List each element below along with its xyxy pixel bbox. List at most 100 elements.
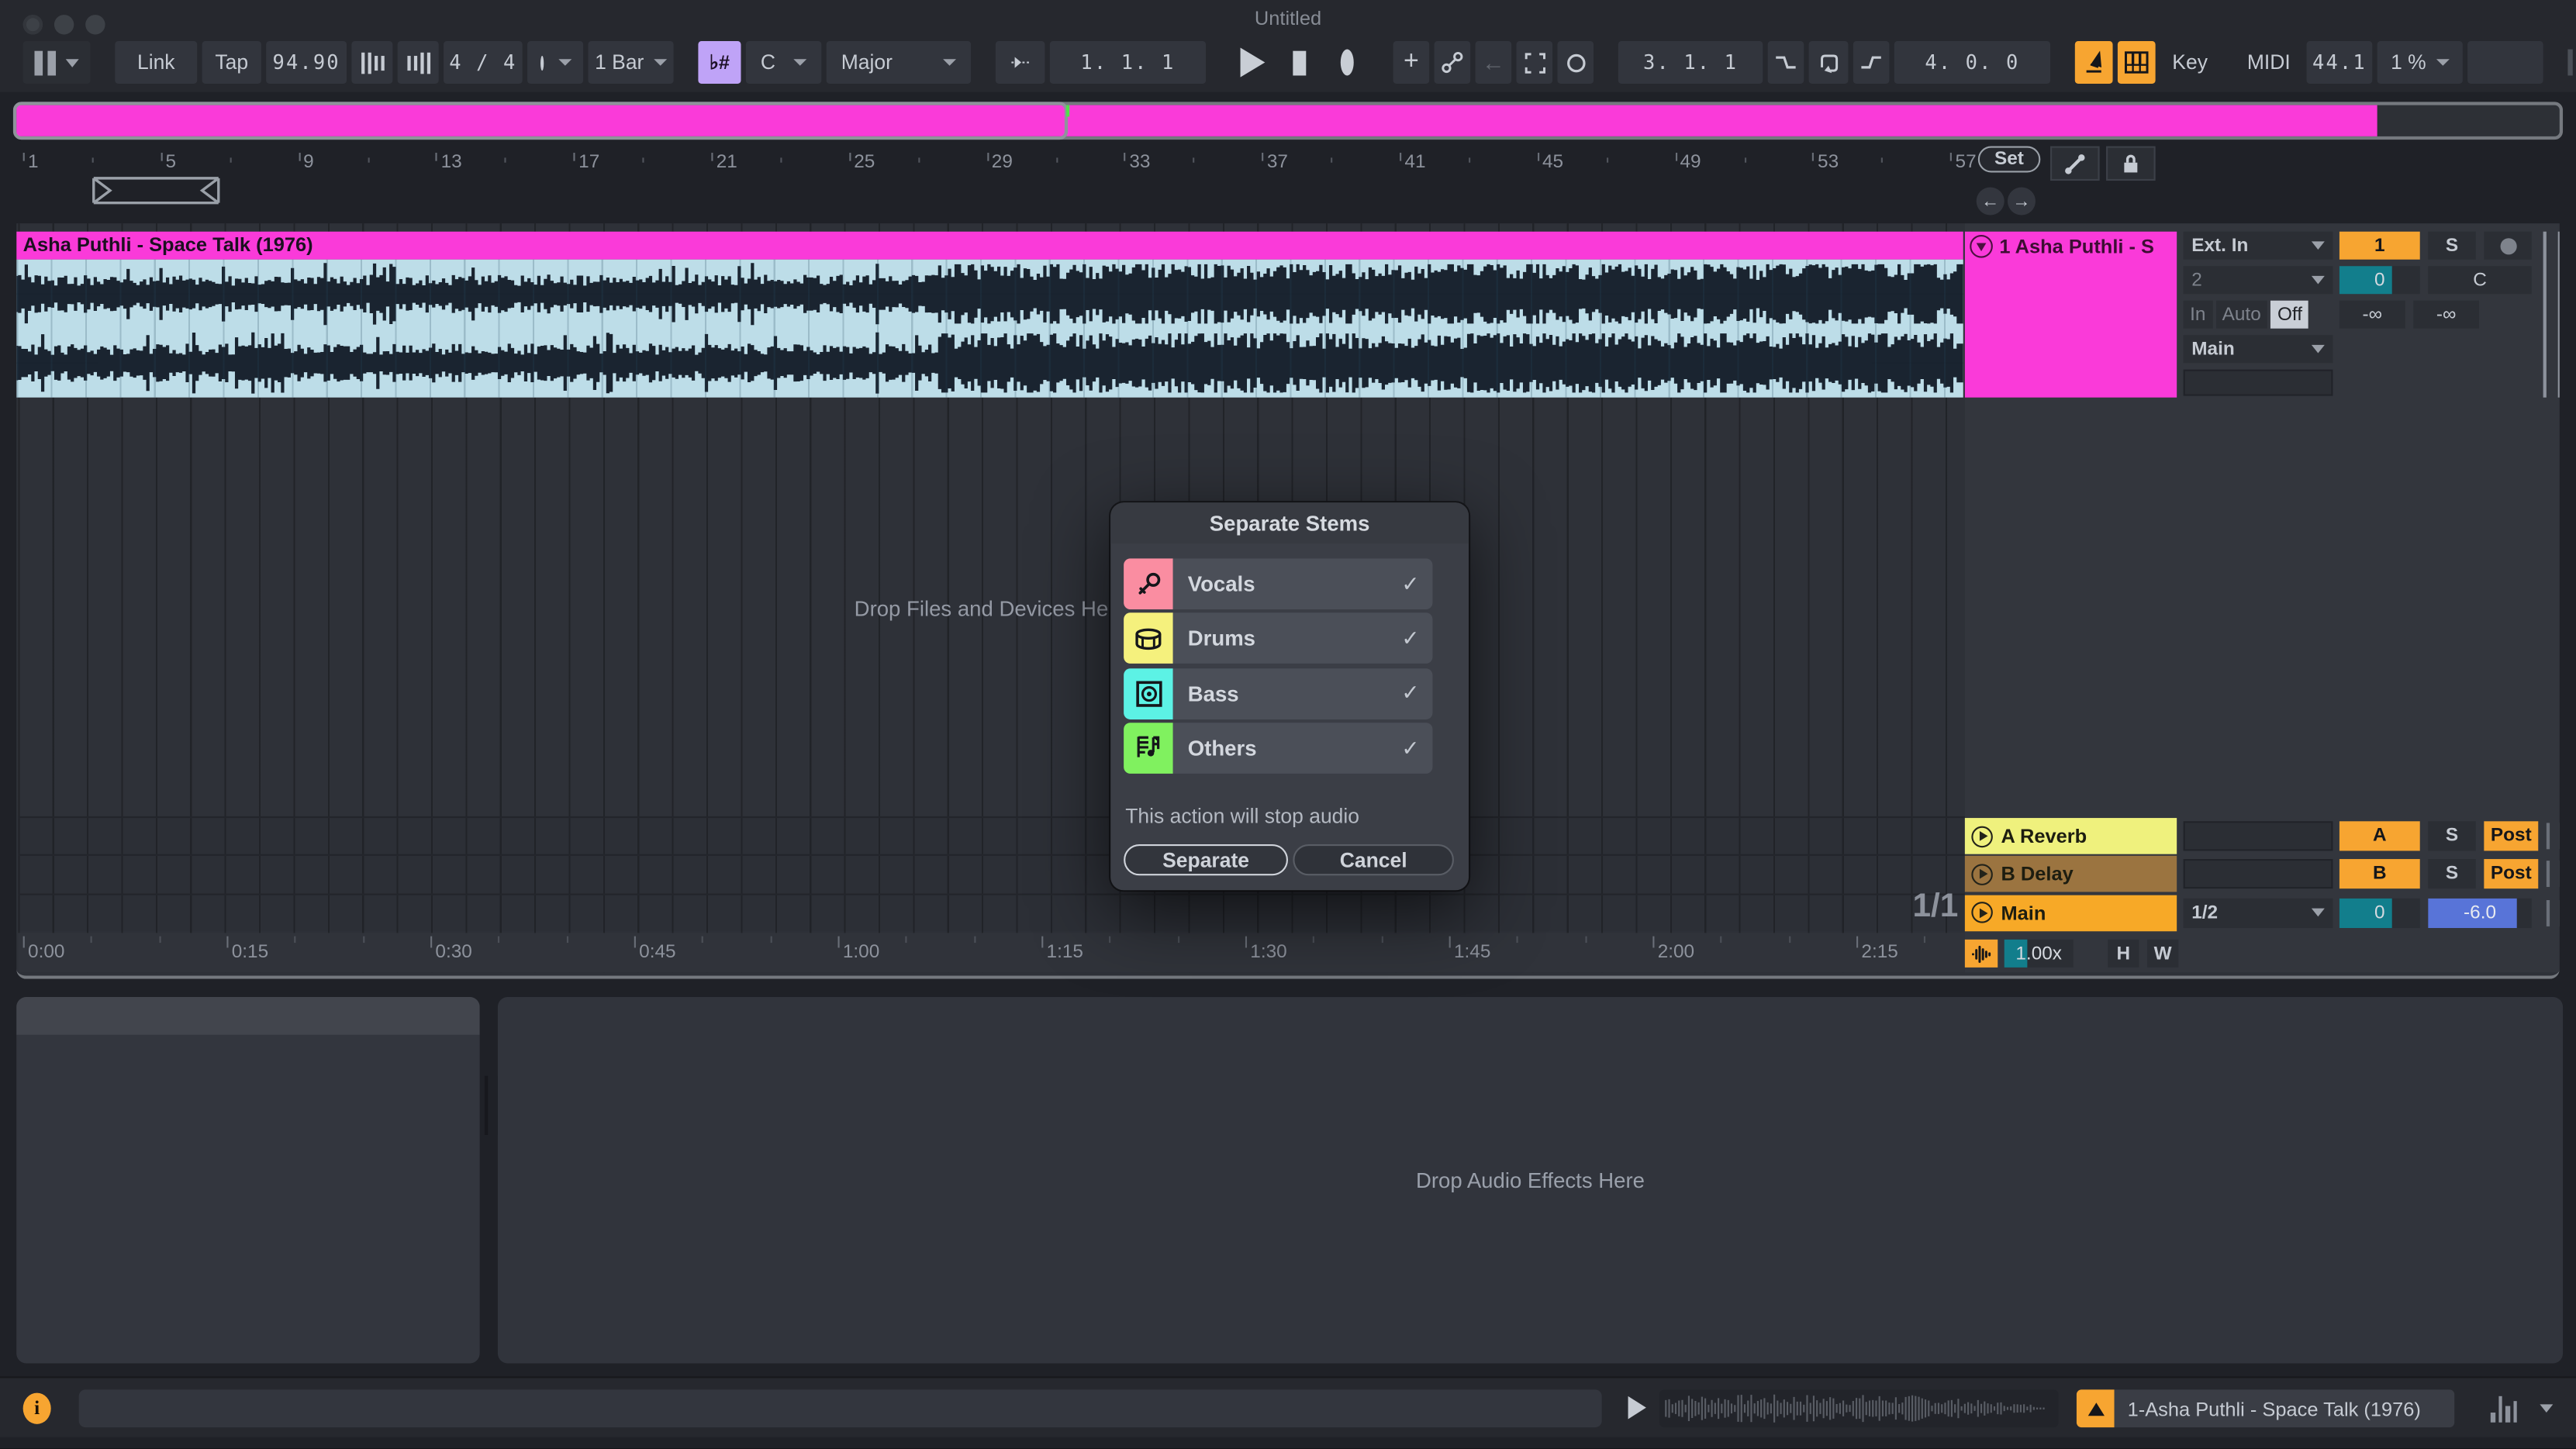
arrangement-position-field[interactable]: 1. 1. 1 [1050,41,1206,84]
playback-rate-field[interactable]: 1.00x [2005,940,2074,968]
computer-midi-keyboard-icon[interactable] [2118,41,2156,84]
nudge-up-icon[interactable] [398,41,439,84]
stop-button[interactable] [1278,41,1321,84]
track-name[interactable]: 1 Asha Puthli - S [1999,235,2154,258]
cancel-button[interactable]: Cancel [1293,844,1454,875]
loop-region-icon[interactable] [1809,41,1849,84]
track-scrollbar[interactable] [2543,232,2560,398]
track-delay-field[interactable] [2184,370,2333,396]
capture-region-icon[interactable] [1516,41,1552,84]
stem-option-drums[interactable]: Drums✓ [1124,613,1432,664]
lane-main[interactable] [18,893,1965,931]
row-resize-grip[interactable] [2547,823,2560,849]
time-signature-field[interactable]: 4 / 4 [444,41,523,84]
play-button[interactable] [1231,41,1273,84]
loop-length-field[interactable]: 4. 0. 0 [1894,41,2050,84]
input-type-menu[interactable]: Ext. In [2184,232,2333,260]
set-locator-button[interactable]: Set [1978,147,2040,173]
lock-envelopes-icon[interactable] [2106,147,2156,181]
quantize-menu[interactable]: 1 Bar [588,41,673,84]
stem-option-bass[interactable]: Bass✓ [1124,668,1432,719]
record-button[interactable] [1326,41,1369,84]
return-header[interactable]: Main [1965,895,2177,931]
return-header[interactable]: A Reverb [1965,818,2177,854]
return-header[interactable]: B Delay [1965,856,2177,892]
automation-mode-icon[interactable] [1435,41,1471,84]
separate-button[interactable]: Separate [1124,844,1288,875]
stem-option-others[interactable]: Others✓ [1124,723,1432,775]
return-activator[interactable]: A [2339,821,2420,850]
loop-start-field[interactable]: 3. 1. 1 [1618,41,1763,84]
monitor-off-button[interactable]: Off [2270,301,2308,329]
nudge-down-icon[interactable] [351,41,392,84]
main-output-channel-menu[interactable]: 1/2 [2184,898,2333,927]
output-meter-icon[interactable] [2491,1396,2517,1423]
tempo-field[interactable]: 94.90 [266,41,347,84]
next-marker-icon[interactable]: → [2008,188,2036,216]
audio-engine-icon[interactable] [1965,940,1998,968]
sample-rate-field[interactable]: 44.1 [2307,41,2373,84]
zoom-width-button[interactable]: W [2147,940,2178,968]
send-amount-field[interactable] [2184,821,2333,850]
add-locator-icon[interactable]: + [1393,41,1430,84]
zoom-height-button[interactable]: H [2108,940,2139,968]
clip-view-header[interactable] [16,997,479,1035]
punch-in-icon[interactable] [1768,41,1804,84]
midi-map-button[interactable]: MIDI [2236,41,2301,84]
track-header[interactable]: 1 Asha Puthli - S [1965,232,2177,398]
key-map-button[interactable]: Key [2160,41,2219,84]
return-activator[interactable]: B [2339,860,2420,889]
tap-tempo-button[interactable]: Tap [202,41,261,84]
output-menu[interactable]: Main [2184,335,2333,363]
solo-button[interactable]: S [2428,232,2475,260]
volume-meter-left[interactable]: -∞ [2339,301,2405,329]
scale-name-menu[interactable]: Major [827,41,971,84]
metronome-button[interactable] [527,41,583,84]
volume-meter-right[interactable]: -∞ [2413,301,2479,329]
clip-title-bar[interactable]: Asha Puthli - Space Talk (1976) [16,232,1963,260]
main-pan-dial[interactable]: 0 [2339,898,2420,927]
arm-record-button[interactable] [2484,232,2531,260]
overview-viewport[interactable] [13,102,1069,140]
prev-marker-icon[interactable]: ← [1977,188,2005,216]
cpu-load-menu[interactable]: 1 % [2377,41,2463,84]
punch-out-icon[interactable] [1853,41,1890,84]
track-activator[interactable]: 1 [2339,232,2420,260]
loop-brace[interactable] [91,176,222,205]
input-channel-menu[interactable]: 2 [2184,266,2333,294]
clip-waveform[interactable] [16,260,1963,398]
lane-a-reverb[interactable] [18,816,1965,854]
main-volume-field[interactable]: -6.0 [2428,898,2531,927]
draw-mode-icon[interactable] [2075,41,2113,84]
send-amount-field[interactable] [2184,860,2333,889]
monitor-auto-button[interactable]: Auto [2215,301,2267,329]
arrangement-overview[interactable] [13,102,2563,140]
beat-time-ruler[interactable]: 159131721252933374145495357 [18,148,1965,185]
preview-play-icon[interactable] [1628,1396,1646,1420]
current-clip-icon[interactable] [2077,1389,2115,1427]
sample-preview-box[interactable] [1659,1389,2059,1427]
time-ruler[interactable]: 0:000:150:300:451:001:151:301:452:002:15 [18,933,1965,972]
draw-automation-icon[interactable] [2050,147,2100,181]
info-view-button[interactable]: i [23,1393,51,1424]
scale-root-menu[interactable]: C [746,41,821,84]
meter-menu-caret[interactable] [2540,1404,2553,1413]
pan-center-button[interactable]: C [2428,266,2531,294]
stem-option-vocals[interactable]: Vocals✓ [1124,558,1432,609]
return-solo-button[interactable]: S [2428,860,2475,889]
pan-dial[interactable]: 0 [2339,266,2420,294]
pre-post-toggle[interactable]: Post [2484,821,2538,850]
accidental-toggle[interactable]: ♭# [698,41,741,84]
back-to-arrangement-icon[interactable]: ← [1476,41,1512,84]
lane-b-delay[interactable] [18,854,1965,892]
monitor-in-button[interactable]: In [2184,301,2212,329]
row-resize-grip[interactable] [2547,861,2560,888]
options-menu-button[interactable] [23,41,91,84]
pre-post-toggle[interactable]: Post [2484,860,2538,889]
loop-toggle-icon[interactable] [1557,41,1594,84]
return-solo-button[interactable]: S [2428,821,2475,850]
follow-icon[interactable] [996,41,1045,84]
current-clip-name[interactable]: 1-Asha Puthli - Space Talk (1976) [2115,1389,2455,1427]
audio-clip[interactable]: Asha Puthli - Space Talk (1976) [16,232,1963,398]
fold-track-icon[interactable] [1970,235,1993,258]
